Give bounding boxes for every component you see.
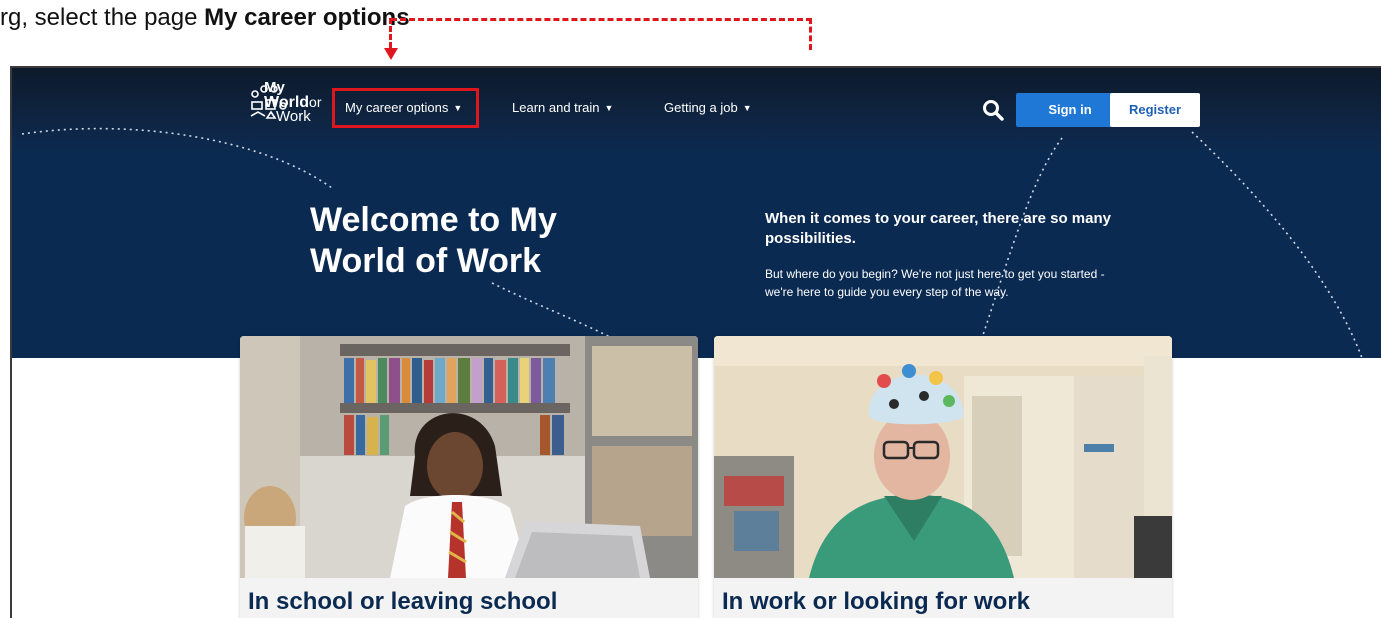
nav-learn-and-train[interactable]: Learn and train ▼: [512, 100, 613, 115]
card-in-school[interactable]: In school or leaving school: [240, 336, 698, 618]
logo-wordmark[interactable]: My Worldor Work: [264, 79, 321, 125]
hero-banner: My Worldor Work My career options ▼ Learn…: [12, 68, 1381, 359]
sign-in-button[interactable]: Sign in: [1016, 93, 1124, 127]
annotation-dashed-connector: [391, 18, 812, 50]
annotation-highlight-box: [332, 88, 479, 128]
hero-title: Welcome to My World of Work: [310, 201, 557, 280]
instruction-prefix: rg: [0, 4, 22, 31]
card-title-in-school[interactable]: In school or leaving school: [248, 588, 557, 616]
instruction-strip: rg, select the page My career options: [0, 0, 1381, 66]
hero-subtitle: When it comes to your career, there are …: [765, 210, 1111, 247]
logo-line-my: My: [264, 79, 285, 96]
hero-body-text: But where do you begin? We're not just h…: [765, 267, 1105, 299]
card-in-work[interactable]: In work or looking for work: [714, 336, 1172, 618]
nav-getting-a-job[interactable]: Getting a job ▼: [664, 100, 752, 115]
nav-label-getting-a-job: Getting a job: [664, 100, 738, 115]
instruction-text: rg, select the page My career options: [0, 4, 410, 32]
chevron-down-icon: ▼: [742, 103, 752, 113]
nurse-working-photo: [714, 336, 1172, 578]
instruction-bold-target: My career options: [204, 4, 410, 31]
nav-label-learn-and-train: Learn and train: [512, 100, 600, 115]
website-screenshot: My Worldor Work My career options ▼ Learn…: [10, 66, 1381, 618]
annotation-arrow-icon: [384, 48, 398, 60]
search-icon[interactable]: [982, 99, 1004, 121]
card-title-in-work[interactable]: In work or looking for work: [722, 588, 1030, 616]
chevron-down-icon: ▼: [604, 103, 614, 113]
instruction-mid: , select the page: [21, 4, 198, 31]
student-reading-photo: [240, 336, 698, 578]
annotation-dashed-drop: [389, 18, 392, 48]
register-button[interactable]: Register: [1110, 93, 1200, 127]
logo-line-work: Work: [276, 108, 311, 125]
